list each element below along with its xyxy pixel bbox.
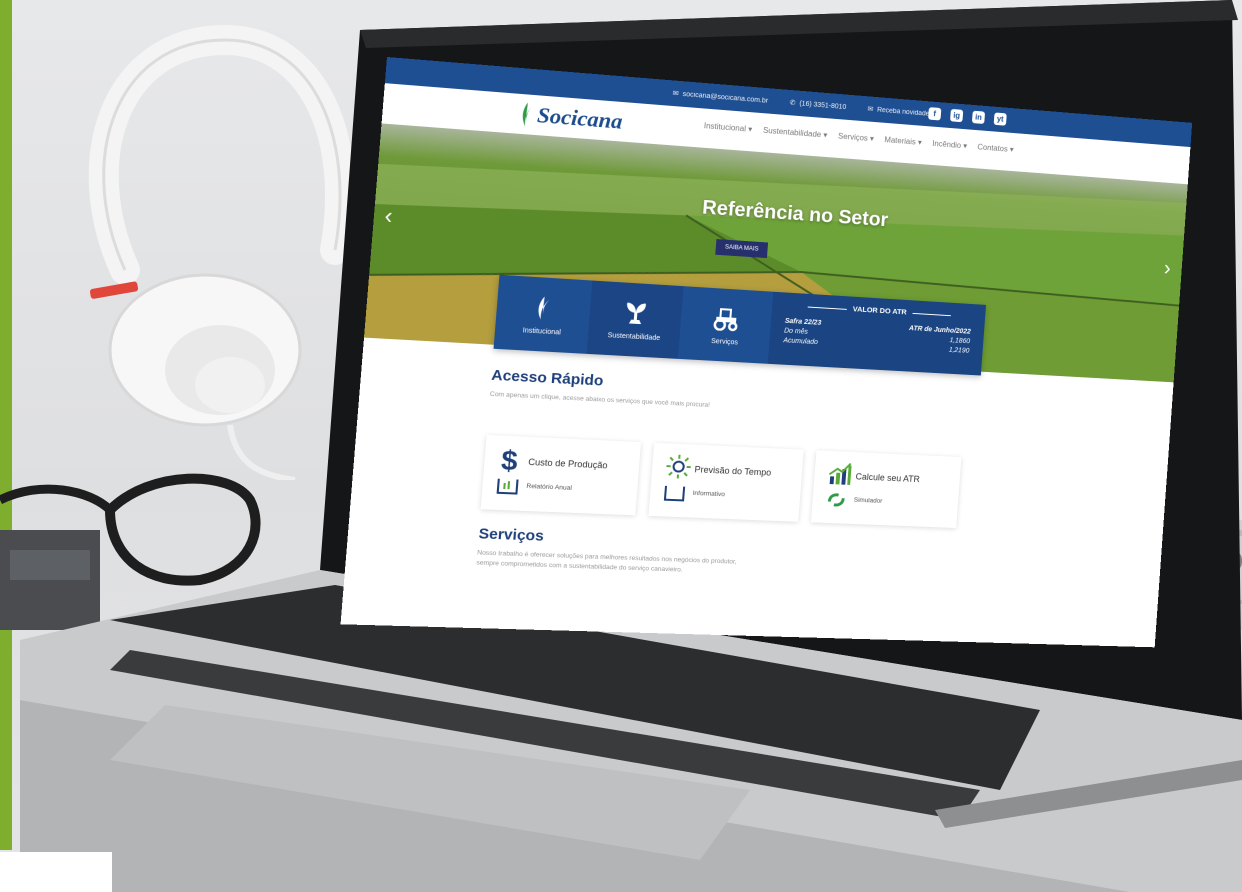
email-link[interactable]: ✉ socicana@socicana.com.br [672,89,768,104]
menu-item-institucional[interactable]: Institucional ▾ [704,121,753,134]
refresh-arrows-icon [826,492,847,508]
card-subtitle: Relatório Anual [526,482,573,492]
atr-row-value: 1,2190 [948,346,970,355]
quick-access-title: Acesso Rápido [490,366,604,390]
card-title: Previsão do Tempo [694,464,772,478]
menu-item-materiais[interactable]: Materiais ▾ [884,135,922,147]
card-subtitle: Informativo [692,489,726,499]
card-previsao-tempo[interactable]: Previsão do Tempo Informativo [648,442,804,522]
svg-text:$: $ [500,446,519,473]
atr-value-panel: VALOR DO ATR Safra 22/23 ATR de Junho/20… [767,291,987,376]
tile-label: Serviços [710,337,739,346]
white-corner-block [0,852,112,892]
card-title: Custo de Produção [527,456,608,471]
facebook-icon[interactable]: f [928,107,942,121]
tile-sustentabilidade[interactable]: Sustentabilidade [586,280,684,359]
card-subtitle: Simulador [853,496,883,505]
menu-item-sustentabilidade[interactable]: Sustentabilidade ▾ [763,126,828,140]
newsletter-text: Receba novidades [876,106,934,118]
quick-access-subtitle: Com apenas um clique, acesse abaixo os s… [489,390,711,409]
card-calcule-atr[interactable]: Calcule seu ATR Simulador [811,450,962,529]
instagram-icon[interactable]: ig [949,108,964,123]
card-custo-producao[interactable]: $ Custo de Produção Relatório Anual [480,434,642,516]
logo[interactable]: Socicana [519,101,624,135]
atr-title: VALOR DO ATR [786,300,972,320]
saiba-mais-button[interactable]: SAIBA MAIS [715,239,769,259]
phone-text: (16) 3351-8010 [799,99,847,111]
info-box-icon [664,485,685,502]
dollar-icon: $ [500,446,519,473]
tile-institucional[interactable]: Institucional [493,274,593,354]
menu-item-contatos[interactable]: Contatos ▾ [977,143,1014,154]
leaf-icon [537,295,550,320]
tile-label: Sustentabilidade [607,331,661,342]
email-text: socicana@socicana.com.br [682,90,769,105]
report-icon [497,478,519,495]
menu-item-servicos[interactable]: Serviços ▾ [838,132,875,143]
phone-icon: ✆ [789,99,796,107]
linkedin-icon[interactable]: in [971,110,986,125]
email-icon: ✉ [672,90,679,98]
tractor-icon [711,304,741,331]
newsletter-icon: ✉ [867,105,874,114]
sprout-icon [626,302,647,326]
growth-chart-icon [828,461,853,485]
services-title: Serviços [477,525,545,545]
website: ✉ socicana@socicana.com.br ✆ (16) 3351-8… [340,57,1193,648]
menu-item-incendio[interactable]: Incêndio ▾ [932,139,967,150]
social-links: f ig in yt [928,107,1007,126]
tile-label: Institucional [522,326,562,336]
card-title: Calcule seu ATR [855,471,921,485]
tile-servicos[interactable]: Serviços [677,286,774,364]
laptop-screen: ✉ socicana@socicana.com.br ✆ (16) 3351-8… [340,57,1193,648]
cane-leaf-icon [521,102,534,127]
sun-icon [666,453,692,480]
youtube-icon[interactable]: yt [993,112,1007,126]
newsletter-link[interactable]: ✉ Receba novidades [867,105,933,118]
atr-row-label: Acumulado [783,337,819,347]
phone-link[interactable]: ✆ (16) 3351-8010 [789,99,846,111]
logo-text: Socicana [536,102,624,134]
